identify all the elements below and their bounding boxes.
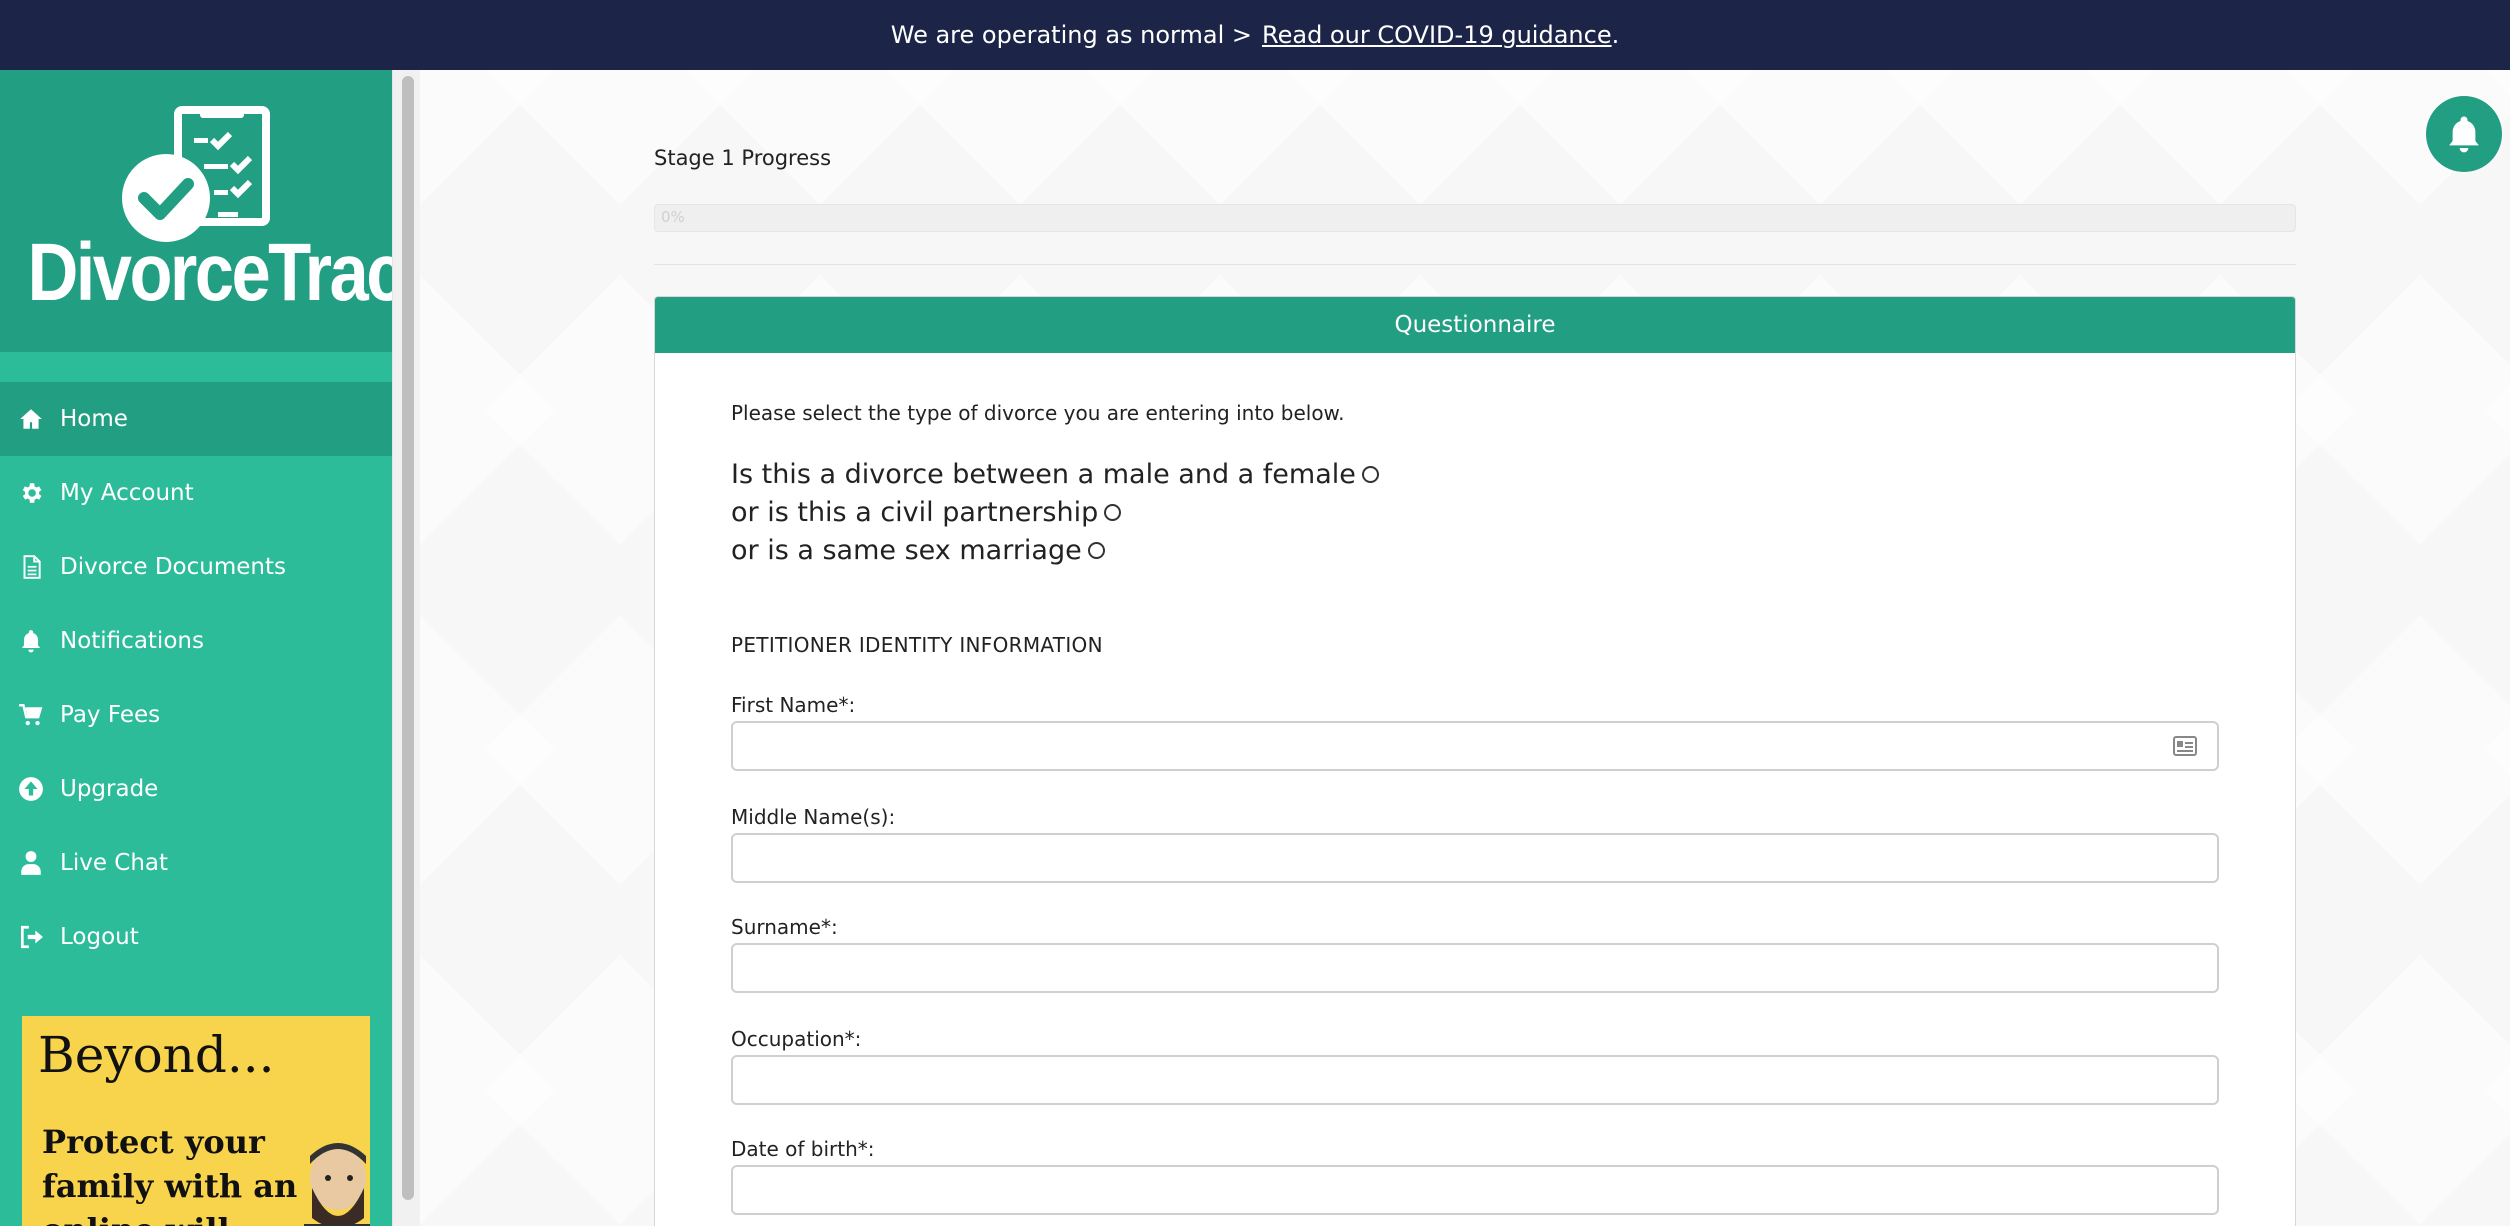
- surname-label: Surname*:: [731, 915, 838, 939]
- document-icon: [23, 555, 41, 579]
- progress-label: Stage 1 Progress: [654, 146, 832, 170]
- questionnaire-card: Questionnaire Please select the type of …: [654, 296, 2296, 1226]
- clipboard-check-icon: [122, 106, 270, 242]
- sidebar-item-notifications[interactable]: Notifications: [0, 604, 392, 678]
- surname-input[interactable]: [733, 945, 2217, 991]
- logout-icon: [20, 925, 43, 949]
- contact-card-icon[interactable]: [2173, 736, 2197, 756]
- sidebar-item-label: Logout: [60, 924, 139, 950]
- sidebar-item-my-account[interactable]: My Account: [0, 456, 392, 530]
- date-of-birth-input[interactable]: [733, 1167, 2217, 1213]
- sidebar-item-logout[interactable]: Logout: [0, 900, 392, 974]
- sidebar-item-label: Home: [60, 406, 128, 432]
- progress-percent: 0%: [661, 208, 685, 226]
- notifications-button[interactable]: [2426, 96, 2502, 172]
- sidebar-item-label: Divorce Documents: [60, 554, 286, 580]
- first-name-input[interactable]: [733, 723, 2217, 769]
- will-ad-banner[interactable]: Beyond... Protect your family with an on…: [22, 1016, 370, 1226]
- divorce-type-option-civil-partnership: or is this a civil partnership: [731, 497, 1122, 528]
- surname-field[interactable]: [731, 943, 2219, 993]
- sidebar-item-label: My Account: [60, 480, 194, 506]
- bell-icon: [21, 630, 41, 653]
- radio-civil-partnership[interactable]: [1104, 504, 1122, 521]
- sidebar-item-label: Upgrade: [60, 776, 159, 802]
- sidebar-item-divorce-documents[interactable]: Divorce Documents: [0, 530, 392, 604]
- divorce-type-option-same-sex: or is a same sex marriage: [731, 535, 1105, 566]
- banner-text: We are operating as normal >: [890, 21, 1252, 49]
- option-label: or is a same sex marriage: [731, 535, 1082, 566]
- middle-name-input[interactable]: [733, 835, 2217, 881]
- brand-name: DivorceTrack: [27, 227, 442, 318]
- logo[interactable]: DivorceTrack: [0, 70, 442, 352]
- sidebar: DivorceTrack Home My Account Divorce Doc…: [0, 70, 442, 1226]
- banner-suffix: .: [1611, 21, 1620, 49]
- bell-icon: [2449, 116, 2479, 153]
- main-content: Stage 1 Progress 0% Questionnaire Please…: [420, 70, 2510, 1226]
- sidebar-item-label: Notifications: [60, 628, 204, 654]
- upgrade-icon: [19, 777, 43, 801]
- divider: [654, 264, 2296, 265]
- date-of-birth-label: Date of birth*:: [731, 1137, 875, 1161]
- first-name-field[interactable]: [731, 721, 2219, 771]
- user-icon: [21, 851, 41, 875]
- progress-bar: 0%: [654, 204, 2296, 232]
- sidebar-item-upgrade[interactable]: Upgrade: [0, 752, 392, 826]
- section-title: PETITIONER IDENTITY INFORMATION: [731, 633, 1103, 657]
- covid-guidance-link[interactable]: Read our COVID-19 guidance: [1262, 21, 1612, 49]
- radio-male-female[interactable]: [1361, 466, 1379, 483]
- occupation-label: Occupation*:: [731, 1027, 862, 1051]
- middle-name-field[interactable]: [731, 833, 2219, 883]
- sidebar-item-home[interactable]: Home: [0, 382, 392, 456]
- sidebar-item-pay-fees[interactable]: Pay Fees: [0, 678, 392, 752]
- middle-name-label: Middle Name(s):: [731, 805, 896, 829]
- cart-icon: [19, 704, 43, 726]
- radio-same-sex[interactable]: [1087, 542, 1105, 559]
- scrollbar-thumb[interactable]: [402, 76, 414, 1200]
- sidebar-item-live-chat[interactable]: Live Chat: [0, 826, 392, 900]
- occupation-field[interactable]: [731, 1055, 2219, 1105]
- intro-text: Please select the type of divorce you ar…: [731, 401, 1345, 425]
- ad-text: Protect your family with an online will: [42, 1123, 298, 1226]
- sidebar-nav: Home My Account Divorce Documents Notifi…: [0, 382, 392, 974]
- home-icon: [20, 409, 42, 429]
- first-name-label: First Name*:: [731, 693, 856, 717]
- occupation-input[interactable]: [733, 1057, 2217, 1103]
- sidebar-item-label: Live Chat: [60, 850, 169, 876]
- sidebar-item-label: Pay Fees: [60, 702, 161, 728]
- covid-banner: We are operating as normal > Read our CO…: [0, 0, 2510, 70]
- option-label: or is this a civil partnership: [731, 497, 1099, 528]
- option-label: Is this a divorce between a male and a f…: [731, 459, 1356, 490]
- gear-icon: [22, 483, 42, 503]
- questionnaire-header: Questionnaire: [655, 297, 2295, 353]
- bearded-man-illustration: [304, 1143, 370, 1226]
- divorce-type-option-male-female: Is this a divorce between a male and a f…: [731, 459, 1379, 490]
- ad-title: Beyond...: [38, 1026, 275, 1084]
- date-of-birth-field[interactable]: [731, 1165, 2219, 1215]
- sidebar-scrollbar[interactable]: [392, 70, 420, 1226]
